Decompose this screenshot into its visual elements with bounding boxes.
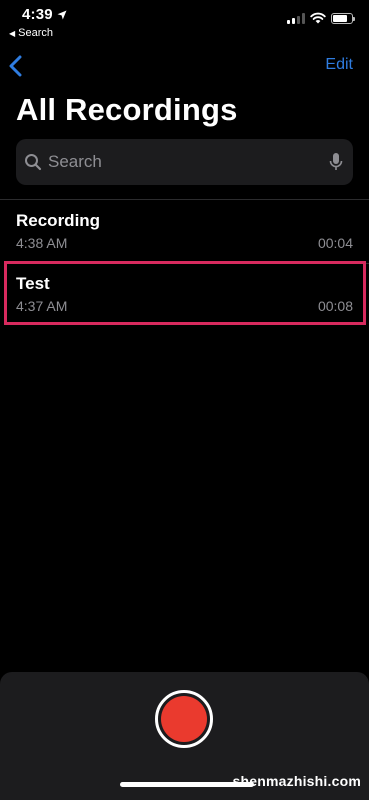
watermark-text: shenmazhishi.com [232, 773, 361, 789]
recording-time: 4:38 AM [16, 235, 68, 251]
search-input[interactable] [48, 152, 329, 172]
recording-duration: 00:04 [317, 235, 353, 251]
recording-meta: 4:38 AM 00:04 [16, 234, 353, 252]
search-icon [25, 154, 42, 171]
back-to-app-label: Search [18, 27, 54, 39]
record-button[interactable] [155, 690, 213, 748]
chevron-left-icon[interactable] [8, 55, 24, 77]
location-arrow-icon [57, 10, 67, 19]
recording-duration: 00:08 [317, 298, 353, 314]
status-time: 4:39 [22, 6, 53, 23]
back-to-app-triangle-icon: ◀ [9, 28, 16, 38]
wifi-icon [310, 12, 326, 24]
recording-name: Test [16, 274, 50, 293]
page-title: All Recordings [16, 92, 238, 127]
recording-name: Recording [16, 211, 101, 230]
microphone-icon[interactable] [329, 152, 343, 172]
recording-item[interactable]: Recording 4:38 AM 00:04 [0, 210, 369, 264]
edit-button[interactable]: Edit [325, 56, 353, 74]
record-icon [161, 696, 207, 742]
back-to-app-link[interactable]: ◀ Search [9, 27, 53, 39]
recording-time: 4:37 AM [16, 298, 68, 314]
list-top-divider [0, 199, 369, 200]
status-time-group: 4:39 [22, 6, 67, 23]
status-indicators [287, 12, 355, 24]
recording-item[interactable]: Test 4:37 AM 00:08 [0, 273, 369, 321]
recording-meta: 4:37 AM 00:08 [16, 297, 353, 315]
search-bar[interactable] [16, 139, 353, 185]
status-bar: 4:39 ◀ Search [0, 0, 369, 44]
list-divider [16, 263, 369, 264]
battery-icon [331, 12, 355, 24]
cellular-signal-icon [287, 12, 305, 24]
